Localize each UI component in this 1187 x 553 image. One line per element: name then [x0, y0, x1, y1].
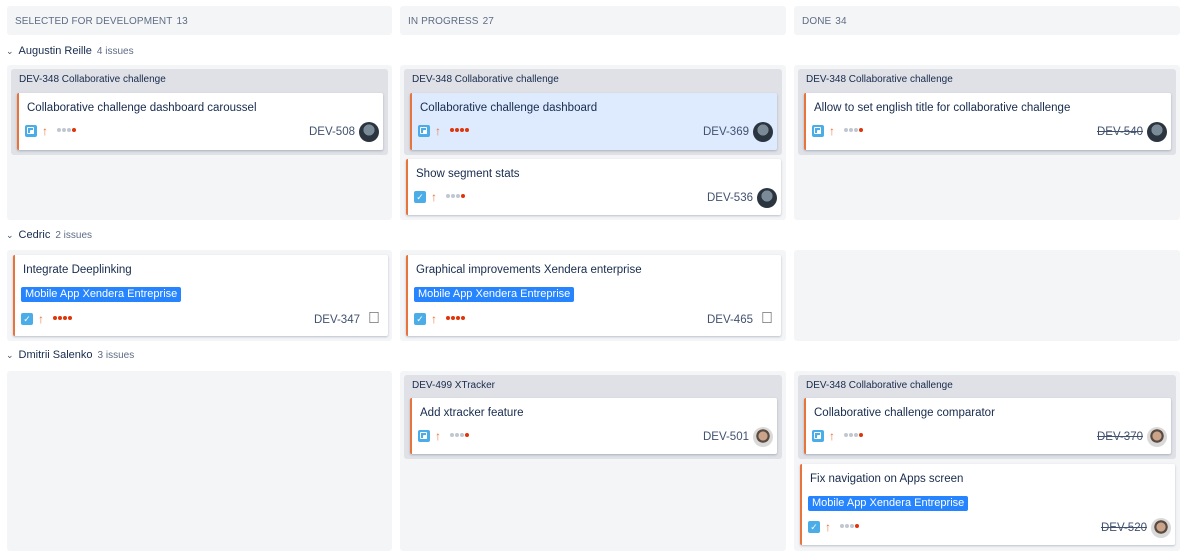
issue-title: Collaborative challenge dashboard carous…: [27, 102, 257, 114]
apple-icon[interactable]: : [757, 309, 777, 329]
issue-title: Collaborative challenge comparator: [814, 407, 995, 419]
subtask-icon: [812, 430, 824, 442]
epic-label[interactable]: Mobile App Xendera Entreprise: [414, 287, 575, 302]
issue-title: Show segment stats: [416, 168, 520, 180]
issue-key[interactable]: DEV-465: [707, 314, 753, 326]
swimlane-cedric[interactable]: ⌄ Cedric 2 issues: [6, 227, 92, 243]
progress-dots-icon: [446, 313, 466, 325]
priority-high-icon: ↑: [435, 429, 441, 443]
avatar[interactable]: [1147, 122, 1167, 142]
priority-high-icon: ↑: [829, 124, 835, 138]
priority-high-icon: ↑: [431, 190, 437, 204]
epic-title: DEV-348 Collaborative challenge: [806, 74, 953, 85]
priority-high-icon: ↑: [829, 429, 835, 443]
epic-title: DEV-499 XTracker: [412, 380, 495, 391]
swimlane-cell: [794, 250, 1180, 341]
apple-icon[interactable]: : [364, 309, 384, 329]
column-name: IN PROGRESS: [408, 16, 479, 27]
issue-title: Graphical improvements Xendera enterpris…: [416, 264, 642, 276]
column-name: SELECTED FOR DEVELOPMENT: [15, 16, 173, 27]
subtask-icon: [418, 430, 430, 442]
swimlane-name: Cedric: [18, 229, 51, 241]
avatar[interactable]: [1147, 427, 1167, 447]
swimlane-dmitrii-salenko[interactable]: ⌄ Dmitrii Salenko 3 issues: [6, 347, 134, 363]
subtask-icon: [25, 125, 37, 137]
task-checkbox-icon: ✓: [808, 521, 820, 533]
avatar[interactable]: [1151, 518, 1171, 538]
column-header-done: DONE 34: [794, 6, 1180, 35]
issue-title: Collaborative challenge dashboard: [420, 102, 598, 114]
progress-dots-icon: [450, 125, 470, 137]
priority-high-icon: ↑: [38, 312, 44, 326]
epic-label[interactable]: Mobile App Xendera Entreprise: [808, 496, 969, 511]
avatar[interactable]: [359, 122, 379, 142]
progress-dots-icon: [53, 313, 73, 325]
chevron-down-icon[interactable]: ⌄: [6, 350, 14, 361]
progress-dots-icon: [844, 430, 864, 442]
avatar[interactable]: [753, 427, 773, 447]
column-count: 13: [176, 16, 188, 27]
progress-dots-icon: [840, 521, 860, 533]
issue-card[interactable]: Collaborative challenge dashboard ↑ DEV-…: [410, 93, 777, 150]
issue-key[interactable]: DEV-370: [1097, 431, 1143, 443]
issue-card[interactable]: Collaborative challenge dashboard carous…: [17, 93, 383, 150]
epic-title: DEV-348 Collaborative challenge: [806, 380, 953, 391]
avatar[interactable]: [753, 122, 773, 142]
progress-dots-icon: [57, 125, 77, 137]
issue-card[interactable]: Collaborative challenge comparator ↑ DEV…: [804, 398, 1171, 454]
issue-key[interactable]: DEV-520: [1101, 522, 1147, 534]
avatar[interactable]: [757, 188, 777, 208]
issue-card[interactable]: Show segment stats ✓ ↑ DEV-536: [406, 159, 781, 215]
issue-title: Allow to set english title for collabora…: [814, 102, 1071, 114]
swimlane-augustin-reille[interactable]: ⌄ Augustin Reille 4 issues: [6, 43, 134, 59]
chevron-down-icon[interactable]: ⌄: [6, 46, 14, 57]
issue-card[interactable]: Add xtracker feature ↑ DEV-501: [410, 398, 777, 454]
epic-label[interactable]: Mobile App Xendera Entreprise: [21, 287, 182, 302]
progress-dots-icon: [446, 191, 466, 203]
issue-card[interactable]: Integrate Deeplinking Mobile App Xendera…: [13, 255, 388, 336]
column-name: DONE: [802, 16, 832, 27]
issue-title: Add xtracker feature: [420, 407, 524, 419]
issue-title: Integrate Deeplinking: [23, 264, 132, 276]
task-checkbox-icon: ✓: [414, 191, 426, 203]
task-checkbox-icon: ✓: [21, 313, 33, 325]
issue-key[interactable]: DEV-536: [707, 192, 753, 204]
column-count: 27: [482, 16, 494, 27]
priority-high-icon: ↑: [42, 124, 48, 138]
epic-title: DEV-348 Collaborative challenge: [19, 74, 166, 85]
issue-key[interactable]: DEV-347: [314, 314, 360, 326]
issue-card[interactable]: Allow to set english title for collabora…: [804, 93, 1171, 150]
issue-key[interactable]: DEV-369: [703, 126, 749, 138]
priority-high-icon: ↑: [431, 312, 437, 326]
issue-card[interactable]: Graphical improvements Xendera enterpris…: [406, 255, 781, 336]
issue-card[interactable]: Fix navigation on Apps screen Mobile App…: [800, 464, 1175, 545]
column-header-in-progress: IN PROGRESS 27: [400, 6, 786, 35]
swimlane-count: 2 issues: [55, 229, 93, 241]
swimlane-count: 3 issues: [97, 349, 135, 361]
subtask-icon: [418, 125, 430, 137]
priority-high-icon: ↑: [435, 124, 441, 138]
task-checkbox-icon: ✓: [414, 313, 426, 325]
column-header-selected: SELECTED FOR DEVELOPMENT 13: [7, 6, 392, 35]
epic-title: DEV-348 Collaborative challenge: [412, 74, 559, 85]
swimlane-cell: [7, 371, 392, 551]
column-count: 34: [835, 16, 847, 27]
priority-high-icon: ↑: [825, 520, 831, 534]
swimlane-count: 4 issues: [96, 45, 134, 57]
chevron-down-icon[interactable]: ⌄: [6, 230, 14, 241]
issue-key[interactable]: DEV-508: [309, 126, 355, 138]
subtask-icon: [812, 125, 824, 137]
swimlane-name: Dmitrii Salenko: [18, 349, 93, 361]
swimlane-name: Augustin Reille: [18, 45, 92, 57]
issue-title: Fix navigation on Apps screen: [810, 473, 964, 485]
progress-dots-icon: [844, 125, 864, 137]
progress-dots-icon: [450, 430, 470, 442]
issue-key[interactable]: DEV-501: [703, 431, 749, 443]
issue-key[interactable]: DEV-540: [1097, 126, 1143, 138]
